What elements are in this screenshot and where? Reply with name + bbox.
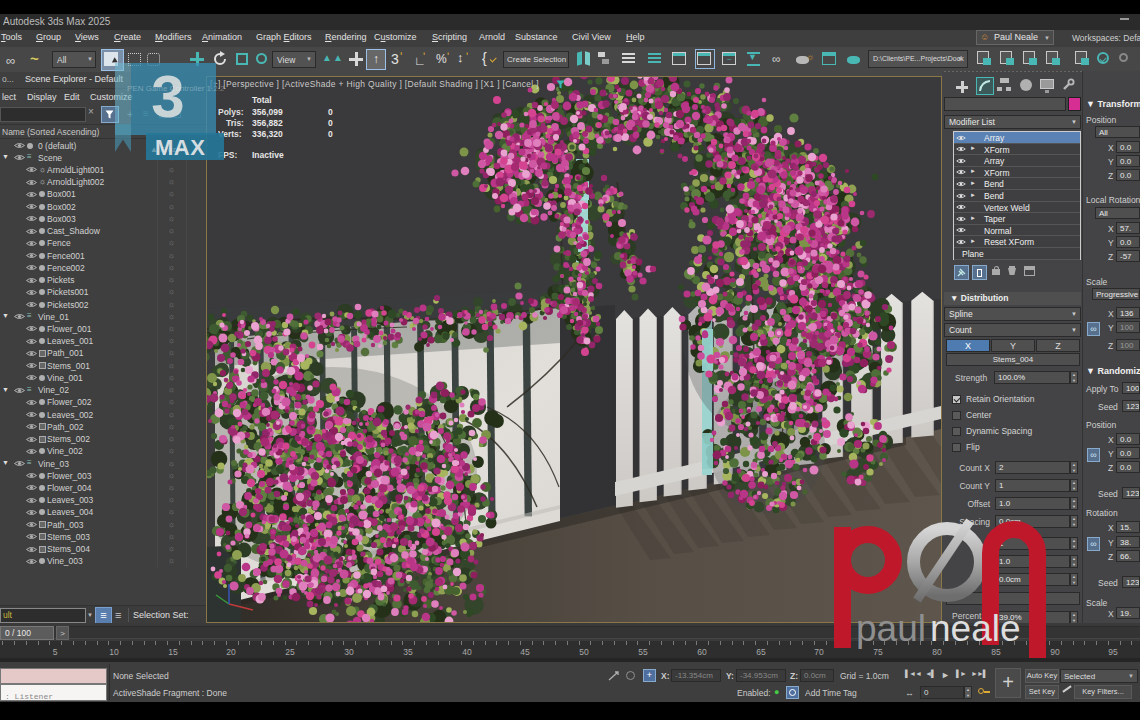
svg-text:neale: neale (930, 608, 1021, 649)
svg-text:paul: paul (856, 608, 926, 649)
